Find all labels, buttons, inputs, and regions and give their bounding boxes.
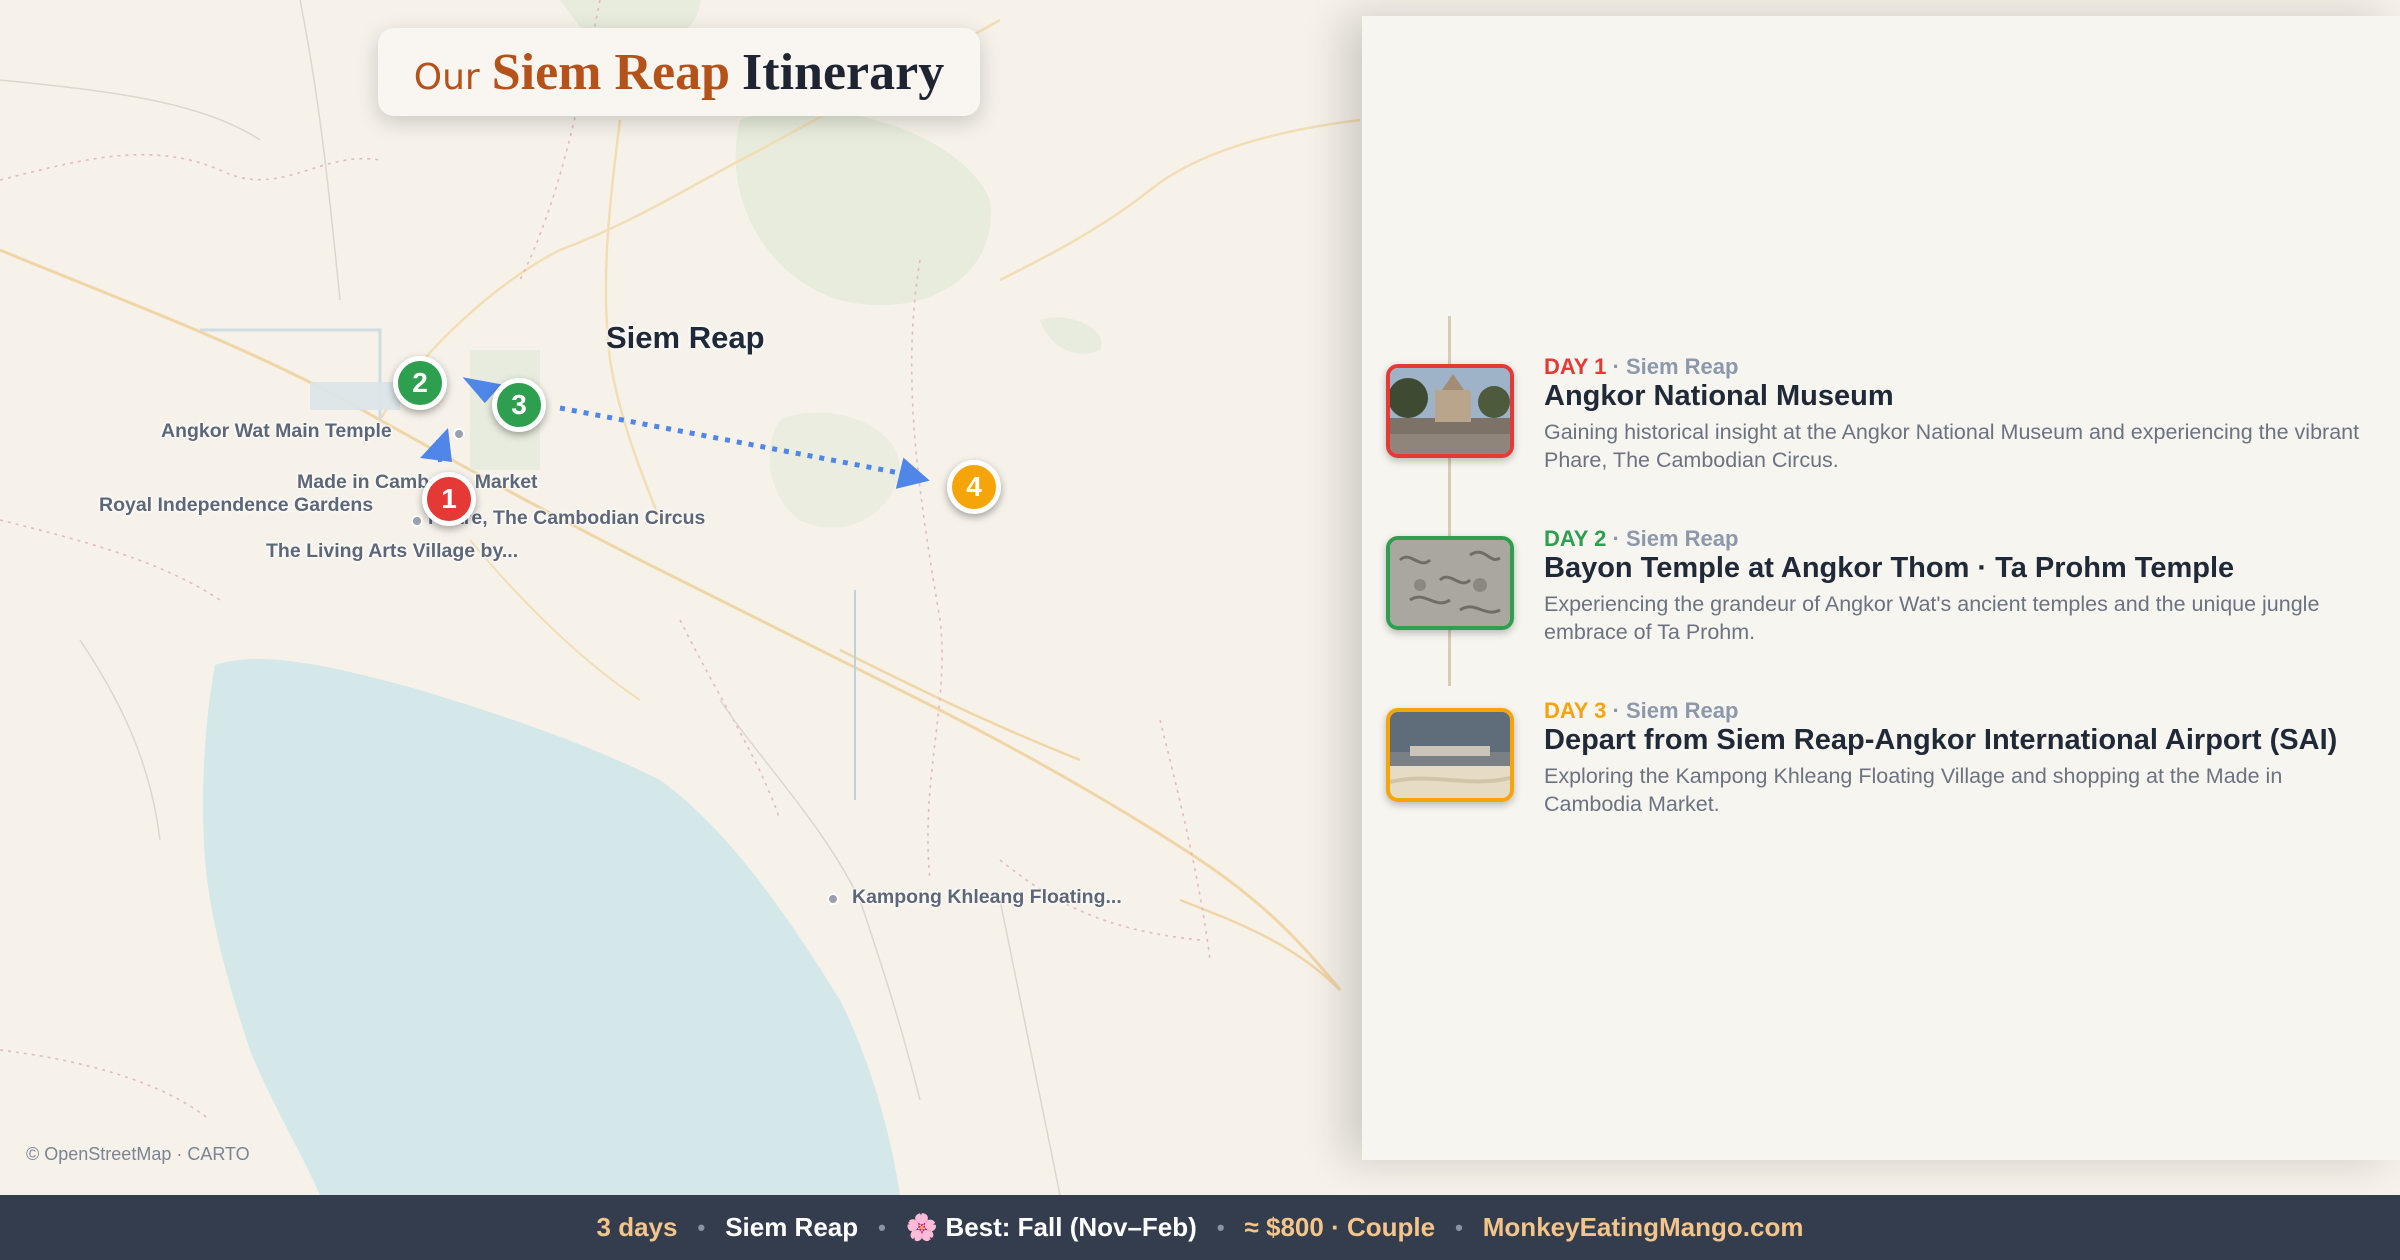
map-city-label: Siem Reap (606, 320, 765, 355)
title-city: Siem Reap (491, 43, 731, 101)
footer-days: 3 days (596, 1212, 678, 1242)
day-1-thumbnail (1386, 364, 1514, 458)
summary-footer: 3 days • Siem Reap • 🌸 Best: Fall (Nov–F… (0, 1195, 2400, 1260)
day-3-sep: · (1606, 698, 1626, 723)
day-2-label: DAY 2 (1544, 526, 1607, 551)
day-1-title: Angkor National Museum (1544, 380, 1894, 412)
day-2-title: Bayon Temple at Angkor Thom · Ta Prohm T… (1544, 552, 2235, 584)
map-marker-3[interactable]: 3 (492, 378, 546, 432)
footer-city: Siem Reap (725, 1212, 859, 1242)
day-item-1[interactable]: DAY 1 · Siem Reap Angkor National Museum… (1386, 354, 2386, 474)
footer-website-link[interactable]: MonkeyEatingMango.com (1483, 1212, 1804, 1243)
day-2-location: Siem Reap (1625, 526, 1739, 551)
day-1-label: DAY 1 (1544, 354, 1607, 379)
title-prefix: Our (413, 56, 480, 98)
day-item-2[interactable]: DAY 2 · Siem Reap Bayon Temple at Angkor… (1386, 526, 2386, 646)
map-marker-4[interactable]: 4 (947, 460, 1001, 514)
itinerary-title-card: Our Siem Reap Itinerary (378, 28, 980, 116)
day-3-thumbnail (1386, 708, 1514, 802)
day-2-thumbnail (1386, 536, 1514, 630)
day-2-sep: · (1606, 526, 1626, 551)
title-rest: Itinerary (742, 43, 945, 101)
day-3-location: Siem Reap (1625, 698, 1739, 723)
poi-label-angkor-wat[interactable]: Angkor Wat Main Temple (161, 420, 392, 443)
map-marker-1[interactable]: 1 (422, 472, 476, 526)
day-1-location: Siem Reap (1625, 354, 1739, 379)
day-3-label: DAY 3 (1544, 698, 1607, 723)
day-1-description: Gaining historical insight at the Angkor… (1544, 420, 2360, 472)
footer-separator: • (1455, 1214, 1463, 1240)
footer-separator: • (697, 1214, 706, 1240)
map-attribution[interactable]: © OpenStreetMap · CARTO (26, 1144, 250, 1165)
footer-separator: • (878, 1214, 886, 1240)
day-item-3[interactable]: DAY 3 · Siem Reap Depart from Siem Reap-… (1386, 698, 2386, 818)
poi-label-royal-gardens[interactable]: Royal Independence Gardens (99, 494, 373, 517)
poi-label-kampong-khleang[interactable]: Kampong Khleang Floating... (852, 886, 1122, 909)
itinerary-panel: DAY 1 · Siem Reap Angkor National Museum… (1362, 16, 2400, 1160)
poi-dot (827, 893, 839, 905)
footer-separator: • (1216, 1214, 1225, 1240)
footer-cost: ≈ $800 · Couple (1244, 1212, 1436, 1242)
poi-dot (411, 515, 423, 527)
map-marker-2[interactable]: 2 (393, 356, 447, 410)
day-2-description: Experiencing the grandeur of Angkor Wat'… (1544, 592, 2320, 644)
poi-dot (453, 428, 465, 440)
day-3-title: Depart from Siem Reap-Angkor Internation… (1544, 724, 2338, 756)
poi-label-made-in-cambodia[interactable]: Made in Cambodia Market (297, 471, 538, 494)
poi-label-living-arts[interactable]: The Living Arts Village by... (266, 540, 518, 563)
day-3-description: Exploring the Kampong Khleang Floating V… (1544, 764, 2283, 816)
day-1-sep: · (1606, 354, 1626, 379)
footer-best-season: 🌸 Best: Fall (Nov–Feb) (905, 1212, 1197, 1242)
